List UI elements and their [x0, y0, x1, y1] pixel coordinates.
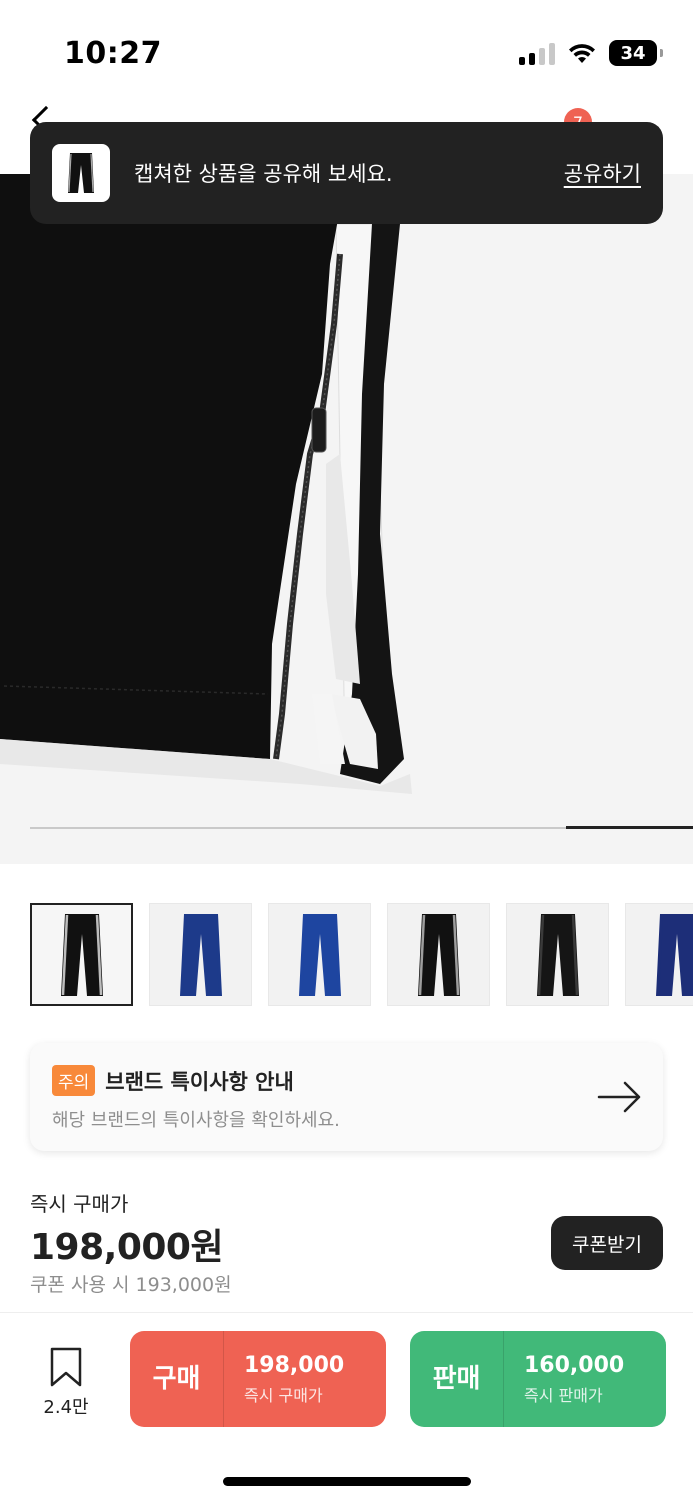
share-button[interactable]: 공유하기: [564, 158, 641, 188]
pants-icon: [298, 913, 341, 996]
buy-label: 구매: [130, 1331, 224, 1427]
sell-amount: 160,000: [524, 1352, 625, 1378]
battery-icon: 34: [609, 40, 663, 66]
status-bar: 10:27 34: [0, 0, 693, 100]
thumbnail-strip[interactable]: [30, 903, 693, 1006]
status-time: 10:27: [64, 36, 162, 71]
toast-message: 캡쳐한 상품을 공유해 보세요.: [134, 162, 393, 186]
image-pager-track: [30, 826, 693, 829]
price-label: 즉시 구매가: [30, 1192, 129, 1216]
bookmark-icon: [50, 1347, 82, 1387]
product-thumbnail[interactable]: [30, 903, 133, 1006]
sell-caption: 즉시 판매가: [524, 1385, 603, 1405]
notice-badge: 주의: [52, 1065, 96, 1096]
notice-subtitle: 해당 브랜드의 특이사항을 확인하세요.: [52, 1110, 340, 1131]
share-toast[interactable]: 캡쳐한 상품을 공유해 보세요. 공유하기: [30, 122, 663, 224]
get-coupon-button[interactable]: 쿠폰받기: [551, 1216, 663, 1270]
coupon-price-text: 쿠폰 사용 시 193,000원: [30, 1274, 232, 1296]
product-thumbnail[interactable]: [268, 903, 371, 1006]
product-thumbnail[interactable]: [506, 903, 609, 1006]
bookmark-count: 2.4만: [43, 1397, 89, 1418]
notice-title: 브랜드 특이사항 안내: [105, 1069, 294, 1094]
home-indicator: [223, 1477, 471, 1486]
product-thumbnail[interactable]: [149, 903, 252, 1006]
sell-label: 판매: [410, 1331, 504, 1427]
product-thumbnail[interactable]: [387, 903, 490, 1006]
pants-icon: [536, 913, 579, 996]
status-icons: 34: [519, 40, 663, 66]
brand-notice-card[interactable]: 주의 브랜드 특이사항 안내 해당 브랜드의 특이사항을 확인하세요.: [30, 1043, 663, 1151]
sell-button[interactable]: 판매 160,000 즉시 판매가: [410, 1331, 666, 1427]
pants-icon: [417, 913, 460, 996]
pants-icon: [179, 913, 222, 996]
bottom-action-bar: 2.4만 구매 198,000 즉시 구매가 판매 160,000 즉시 판매가: [0, 1312, 693, 1500]
pants-detail-illustration: [0, 174, 412, 794]
wifi-icon: [569, 44, 595, 63]
signal-icon: [519, 41, 555, 65]
toast-product-thumbnail: [52, 144, 110, 202]
buy-button[interactable]: 구매 198,000 즉시 구매가: [130, 1331, 386, 1427]
product-thumbnail[interactable]: [625, 903, 693, 1006]
price-value: 198,000원: [30, 1227, 224, 1268]
pants-icon: [60, 913, 103, 996]
product-image[interactable]: [0, 174, 693, 864]
arrow-right-icon[interactable]: [597, 1079, 643, 1115]
bookmark-button[interactable]: 2.4만: [36, 1347, 96, 1419]
buy-caption: 즉시 구매가: [244, 1385, 323, 1405]
pants-icon: [68, 153, 94, 193]
buy-amount: 198,000: [244, 1352, 345, 1378]
pants-icon: [655, 913, 693, 996]
image-pager-indicator: [566, 826, 693, 829]
